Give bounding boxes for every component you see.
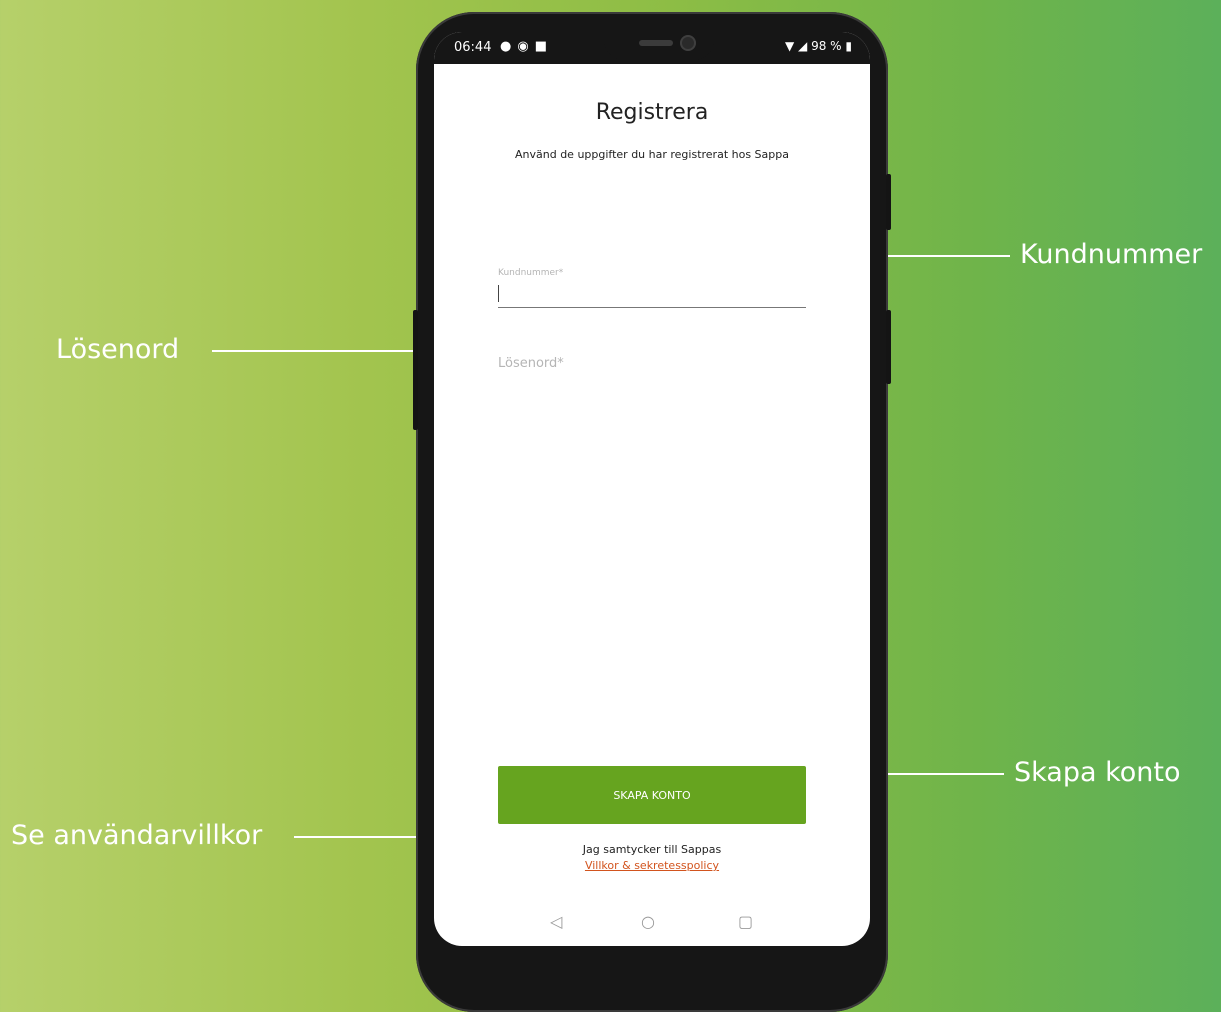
terms-link[interactable]: Villkor & sekretesspolicy (434, 858, 870, 874)
power-button-top (886, 174, 891, 230)
callout-line-anvandarvillkor (294, 836, 434, 838)
phone-frame: 06:44 ●◉■ ▼ ◢ 98 % ▮ Registrera Använd d… (413, 12, 891, 1012)
page-title: Registrera (595, 100, 709, 125)
page-subtitle: Använd de uppgifter du har registrerat h… (515, 148, 789, 161)
notch (604, 32, 714, 60)
callout-anvandarvillkor: Se användarvillkor (11, 820, 263, 851)
customer-number-input[interactable] (498, 284, 810, 306)
callout-line-losenord (212, 350, 434, 352)
callout-skapa-konto: Skapa konto (1014, 757, 1181, 788)
notification-icon: ◉ (517, 39, 535, 54)
signal-icon: ◢ (798, 39, 808, 53)
location-pin-icon: ● (500, 39, 518, 54)
callout-kundnummer: Kundnummer (1020, 239, 1203, 270)
callout-losenord: Lösenord (56, 334, 180, 365)
volume-button (413, 310, 418, 430)
power-button-bottom (886, 310, 891, 384)
customer-number-label: Kundnummer* (498, 268, 564, 278)
create-account-button[interactable]: SKAPA KONTO (498, 766, 806, 824)
home-icon[interactable]: ○ (641, 912, 655, 931)
image-icon: ■ (534, 39, 553, 54)
status-bar: 06:44 ●◉■ ▼ ◢ 98 % ▮ (434, 32, 870, 64)
battery-icon: ▮ (845, 39, 852, 53)
recents-icon[interactable]: ▢ (738, 912, 753, 931)
consent-block: Jag samtycker till Sappas Villkor & sekr… (434, 842, 870, 874)
wifi-icon: ▼ (784, 39, 795, 53)
back-icon[interactable]: ◁ (550, 912, 562, 931)
text-caret (498, 285, 499, 302)
status-time: 06:44 (454, 40, 492, 55)
front-camera (680, 35, 696, 51)
customer-number-underline (498, 307, 806, 308)
consent-text: Jag samtycker till Sappas (582, 843, 722, 856)
app-screen: 06:44 ●◉■ ▼ ◢ 98 % ▮ Registrera Använd d… (434, 32, 870, 946)
password-field[interactable]: Lösenord* (498, 356, 564, 371)
android-nav-bar: ◁ ○ ▢ (434, 912, 870, 946)
speaker-grille (639, 40, 673, 46)
battery-percent: 98 % (811, 39, 842, 53)
